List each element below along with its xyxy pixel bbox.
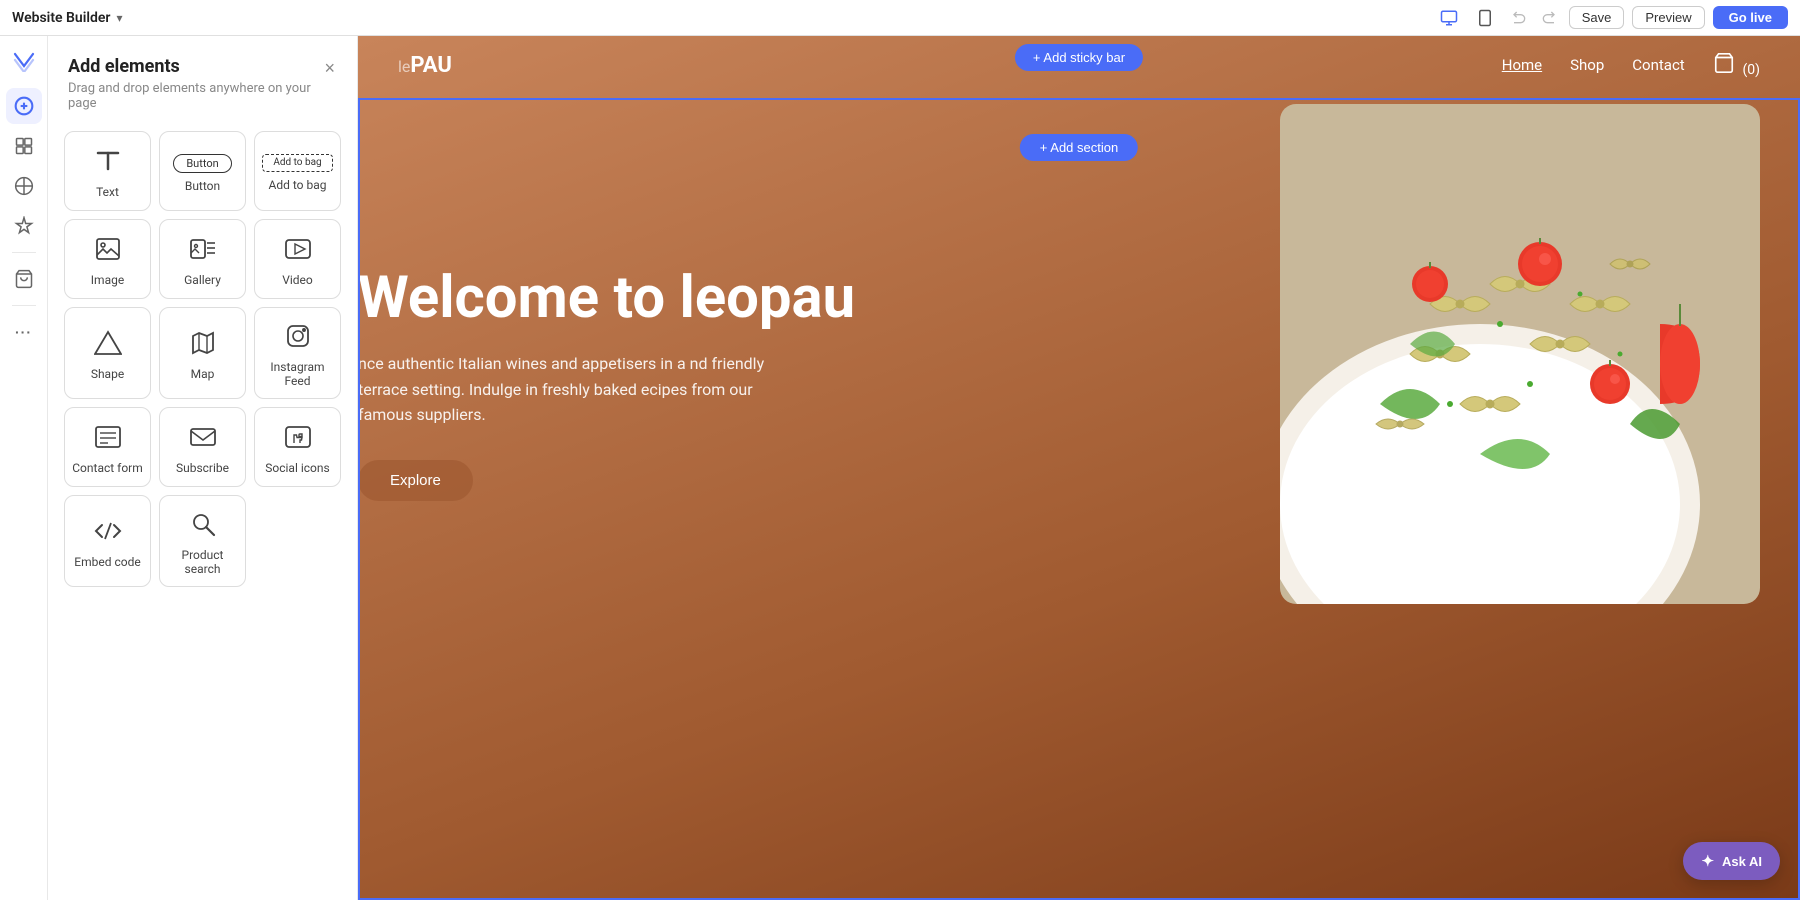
- sidebar-item-ai[interactable]: [6, 208, 42, 244]
- embed-code-icon: [94, 517, 122, 549]
- go-live-button[interactable]: Go live: [1713, 6, 1788, 29]
- save-button[interactable]: Save: [1569, 6, 1625, 29]
- add-sticky-bar-button[interactable]: + Add sticky bar: [1015, 44, 1143, 71]
- elements-grid: Text Button Button Add to bag Add to bag: [48, 119, 357, 599]
- hero-content: Welcome to leopau nce authentic Italian …: [358, 94, 1800, 694]
- element-card-text[interactable]: Text: [64, 131, 151, 211]
- contact-form-label: Contact form: [72, 461, 143, 475]
- element-card-product-search[interactable]: Product search: [159, 495, 246, 587]
- element-card-social-icons[interactable]: Social icons: [254, 407, 341, 487]
- element-card-gallery[interactable]: Gallery: [159, 219, 246, 299]
- element-card-contact-form[interactable]: Contact form: [64, 407, 151, 487]
- gallery-label: Gallery: [184, 273, 221, 287]
- nav-links: Home Shop Contact (0): [1502, 52, 1760, 78]
- preview-button[interactable]: Preview: [1632, 6, 1704, 29]
- panel-header-text: Add elements Drag and drop elements anyw…: [68, 56, 322, 111]
- text-icon: [94, 147, 122, 179]
- element-card-image[interactable]: Image: [64, 219, 151, 299]
- sidebar-divider-2: [12, 305, 36, 306]
- shape-label: Shape: [91, 367, 124, 381]
- hero-cta-button[interactable]: Explore: [358, 460, 473, 501]
- cart-icon-container[interactable]: (0): [1713, 52, 1760, 78]
- video-label: Video: [282, 273, 313, 287]
- gallery-icon: [189, 235, 217, 267]
- hero-image-container: [1280, 104, 1760, 604]
- pasta-salad-image: [1280, 104, 1760, 604]
- element-card-instagram-feed[interactable]: Instagram Feed: [254, 307, 341, 399]
- website-logo: lePAU: [398, 53, 452, 78]
- panel-subtitle: Drag and drop elements anywhere on your …: [68, 81, 322, 111]
- hero-description: nce authentic Italian wines and appetise…: [358, 351, 778, 428]
- text-label: Text: [96, 185, 119, 199]
- nav-link-contact[interactable]: Contact: [1632, 56, 1684, 74]
- canvas-area: + Add sticky bar lePAU Home Shop Contact…: [358, 36, 1800, 900]
- sidebar-divider: [12, 252, 36, 253]
- ask-ai-icon: ✦: [1701, 852, 1714, 870]
- redo-button[interactable]: [1535, 7, 1561, 29]
- topbar-chevron-icon: ▾: [116, 11, 122, 25]
- sidebar-item-add[interactable]: [6, 88, 42, 124]
- button-icon: Button: [173, 154, 231, 173]
- elements-panel: Add elements Drag and drop elements anyw…: [48, 36, 358, 900]
- element-card-map[interactable]: Map: [159, 307, 246, 399]
- nav-link-shop[interactable]: Shop: [1570, 56, 1604, 74]
- instagram-icon: [284, 322, 312, 354]
- video-icon: [284, 235, 312, 267]
- panel-close-button[interactable]: ×: [322, 56, 337, 81]
- desktop-view-button[interactable]: [1435, 6, 1463, 30]
- contact-form-icon: [94, 423, 122, 455]
- panel-title: Add elements: [68, 56, 322, 77]
- map-icon: [189, 329, 217, 361]
- image-icon: [94, 235, 122, 267]
- subscribe-icon: [189, 423, 217, 455]
- mobile-view-button[interactable]: [1471, 6, 1499, 30]
- brand-logo: [8, 44, 40, 76]
- cart-count: (0): [1742, 62, 1760, 78]
- hero-text: Welcome to leopau nce authentic Italian …: [358, 267, 1129, 501]
- nav-link-home[interactable]: Home: [1502, 56, 1542, 74]
- social-icons-icon: [284, 423, 312, 455]
- shape-icon: [94, 329, 122, 361]
- sidebar-item-theme[interactable]: [6, 168, 42, 204]
- topbar: Website Builder ▾ S: [0, 0, 1800, 36]
- topbar-title: Website Builder: [12, 10, 110, 26]
- sidebar-item-more[interactable]: ···: [6, 314, 42, 350]
- element-card-video[interactable]: Video: [254, 219, 341, 299]
- element-card-shape[interactable]: Shape: [64, 307, 151, 399]
- undo-redo-controls: [1507, 7, 1561, 29]
- element-card-subscribe[interactable]: Subscribe: [159, 407, 246, 487]
- embed-code-label: Embed code: [74, 555, 140, 569]
- main-area: ··· Add elements Drag and drop elements …: [0, 36, 1800, 900]
- website-canvas: + Add sticky bar lePAU Home Shop Contact…: [358, 36, 1800, 900]
- icon-sidebar: ···: [0, 36, 48, 900]
- undo-button[interactable]: [1507, 7, 1533, 29]
- panel-header: Add elements Drag and drop elements anyw…: [48, 36, 357, 119]
- ask-ai-label: Ask AI: [1722, 854, 1762, 869]
- map-label: Map: [191, 367, 215, 381]
- product-search-icon: [189, 510, 217, 542]
- element-card-add-to-bag[interactable]: Add to bag Add to bag: [254, 131, 341, 211]
- sidebar-item-layers[interactable]: [6, 128, 42, 164]
- button-label: Button: [185, 179, 220, 193]
- add-to-bag-icon: Add to bag: [262, 154, 332, 172]
- image-label: Image: [91, 273, 124, 287]
- element-card-button[interactable]: Button Button: [159, 131, 246, 211]
- instagram-feed-label: Instagram Feed: [261, 360, 334, 388]
- sidebar-item-store[interactable]: [6, 261, 42, 297]
- topbar-right: Save Preview Go live: [1435, 6, 1788, 30]
- topbar-left: Website Builder ▾: [12, 10, 123, 26]
- add-section-button[interactable]: + Add section: [1020, 134, 1138, 161]
- ask-ai-button[interactable]: ✦ Ask AI: [1683, 842, 1780, 880]
- subscribe-label: Subscribe: [176, 461, 229, 475]
- social-icons-label: Social icons: [265, 461, 329, 475]
- element-card-embed-code[interactable]: Embed code: [64, 495, 151, 587]
- product-search-label: Product search: [166, 548, 239, 576]
- add-to-bag-label: Add to bag: [269, 178, 327, 192]
- hero-title: Welcome to leopau: [358, 267, 1129, 331]
